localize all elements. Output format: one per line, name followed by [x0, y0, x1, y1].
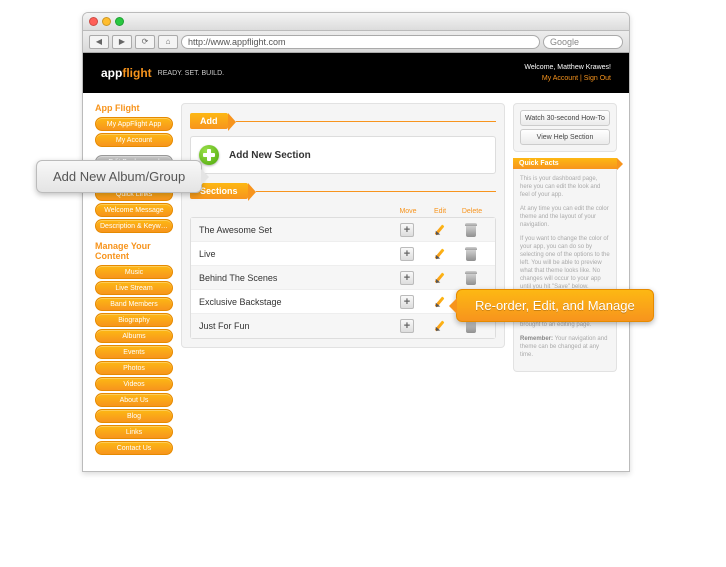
- main-panel: Add Add New Section Sections Move Edit D…: [181, 103, 505, 461]
- sidebar-title-appflight: App Flight: [95, 103, 173, 113]
- move-icon[interactable]: +: [400, 271, 414, 285]
- qf-text: At any time you can edit the color theme…: [520, 205, 610, 229]
- list-item: Behind The Scenes +: [191, 266, 495, 290]
- qf-text: Remember: Your navigation and theme can …: [520, 335, 610, 359]
- section-name[interactable]: Exclusive Backstage: [199, 297, 391, 307]
- sidebar-item-blog[interactable]: Blog: [95, 409, 173, 423]
- add-new-section-button[interactable]: Add New Section: [190, 136, 496, 174]
- edit-icon[interactable]: [432, 271, 446, 285]
- edit-icon[interactable]: [432, 247, 446, 261]
- section-name[interactable]: Just For Fun: [199, 321, 391, 331]
- sections-header: Sections: [190, 182, 496, 200]
- browser-window: ◀ ▶ ⟳ ⌂ http://www.appflight.com Google …: [82, 12, 630, 472]
- url-field[interactable]: http://www.appflight.com: [181, 35, 540, 49]
- edit-icon[interactable]: [432, 319, 446, 333]
- right-column: Watch 30-second How-To View Help Section…: [513, 103, 617, 461]
- window-minimize-icon[interactable]: [102, 17, 111, 26]
- section-name[interactable]: Behind The Scenes: [199, 273, 391, 283]
- sidebar-item-albums[interactable]: Albums: [95, 329, 173, 343]
- list-item: The Awesome Set +: [191, 218, 495, 242]
- sidebar-item-bio[interactable]: Biography: [95, 313, 173, 327]
- sidebar-item-myapp[interactable]: My AppFlight App: [95, 117, 173, 131]
- callout-text: Re-order, Edit, and Manage: [475, 298, 635, 313]
- search-field[interactable]: Google: [543, 35, 623, 49]
- sidebar-item-music[interactable]: Music: [95, 265, 173, 279]
- sidebar-item-links[interactable]: Links: [95, 425, 173, 439]
- list-item: Just For Fun +: [191, 314, 495, 338]
- move-icon[interactable]: +: [400, 223, 414, 237]
- list-item: Live +: [191, 242, 495, 266]
- browser-toolbar: ◀ ▶ ⟳ ⌂ http://www.appflight.com Google: [83, 31, 629, 53]
- sidebar-item-band[interactable]: Band Members: [95, 297, 173, 311]
- url-text: http://www.appflight.com: [188, 37, 286, 47]
- logo-part1: app: [101, 66, 122, 80]
- delete-icon[interactable]: [465, 247, 477, 261]
- view-help-button[interactable]: View Help Section: [520, 129, 610, 145]
- reload-button[interactable]: ⟳: [135, 35, 155, 49]
- add-section-header: Add: [190, 112, 496, 130]
- quick-facts-header: Quick Facts: [513, 158, 617, 169]
- sidebar-item-desc[interactable]: Description & Keywords: [95, 219, 173, 233]
- quick-facts-body: This is your dashboard page, here you ca…: [513, 169, 617, 372]
- section-name[interactable]: The Awesome Set: [199, 225, 391, 235]
- sidebar-item-contact[interactable]: Contact Us: [95, 441, 173, 455]
- tagline: READY. SET. BUILD.: [158, 70, 224, 77]
- sections-list: The Awesome Set + Live +: [190, 217, 496, 339]
- callout-text: Add New Album/Group: [53, 169, 185, 184]
- move-icon[interactable]: +: [400, 319, 414, 333]
- add-icon: [199, 145, 219, 165]
- sidebar-item-photos[interactable]: Photos: [95, 361, 173, 375]
- qf-text: This is your dashboard page, here you ca…: [520, 175, 610, 199]
- quick-facts: Quick Facts This is your dashboard page,…: [513, 158, 617, 372]
- sidebar-item-events[interactable]: Events: [95, 345, 173, 359]
- page-content: App Flight My AppFlight App My Account E…: [83, 93, 629, 471]
- search-placeholder: Google: [550, 37, 579, 47]
- col-delete: Delete: [456, 208, 488, 215]
- welcome-text: Welcome, Matthew Krawes!: [524, 62, 611, 73]
- qf-text: If you want to change the color of your …: [520, 235, 610, 291]
- add-new-section-label: Add New Section: [229, 150, 311, 161]
- sidebar-item-about[interactable]: About Us: [95, 393, 173, 407]
- fade-overlay: [0, 507, 726, 567]
- move-icon[interactable]: +: [400, 247, 414, 261]
- account-links[interactable]: My Account | Sign Out: [524, 73, 611, 84]
- window-zoom-icon[interactable]: [115, 17, 124, 26]
- move-icon[interactable]: +: [400, 295, 414, 309]
- qf-remember: Remember:: [520, 336, 553, 342]
- col-edit: Edit: [424, 208, 456, 215]
- sidebar-item-livestream[interactable]: Live Stream: [95, 281, 173, 295]
- window-close-icon[interactable]: [89, 17, 98, 26]
- window-titlebar: [83, 13, 629, 31]
- delete-icon[interactable]: [465, 271, 477, 285]
- edit-icon[interactable]: [432, 223, 446, 237]
- add-header-label: Add: [190, 113, 228, 129]
- help-box: Watch 30-second How-To View Help Section: [513, 103, 617, 152]
- sidebar-title-manage: Manage Your Content: [95, 241, 173, 261]
- sidebar-item-myaccount[interactable]: My Account: [95, 133, 173, 147]
- home-button[interactable]: ⌂: [158, 35, 178, 49]
- callout-reorder: Re-order, Edit, and Manage: [456, 289, 654, 322]
- back-button[interactable]: ◀: [89, 35, 109, 49]
- forward-button[interactable]: ▶: [112, 35, 132, 49]
- site-header: appflight READY. SET. BUILD. Welcome, Ma…: [83, 53, 629, 93]
- logo-part2: flight: [122, 66, 151, 80]
- callout-add-album: Add New Album/Group: [36, 160, 202, 193]
- sidebar-item-videos[interactable]: Videos: [95, 377, 173, 391]
- watch-howto-button[interactable]: Watch 30-second How-To: [520, 110, 610, 126]
- col-move: Move: [392, 208, 424, 215]
- delete-icon[interactable]: [465, 223, 477, 237]
- header-account: Welcome, Matthew Krawes! My Account | Si…: [524, 62, 611, 84]
- sidebar-item-welcome[interactable]: Welcome Message: [95, 203, 173, 217]
- section-name[interactable]: Live: [199, 249, 391, 259]
- logo: appflight: [101, 66, 152, 80]
- table-head: Move Edit Delete: [190, 206, 496, 217]
- sidebar: App Flight My AppFlight App My Account E…: [95, 103, 173, 461]
